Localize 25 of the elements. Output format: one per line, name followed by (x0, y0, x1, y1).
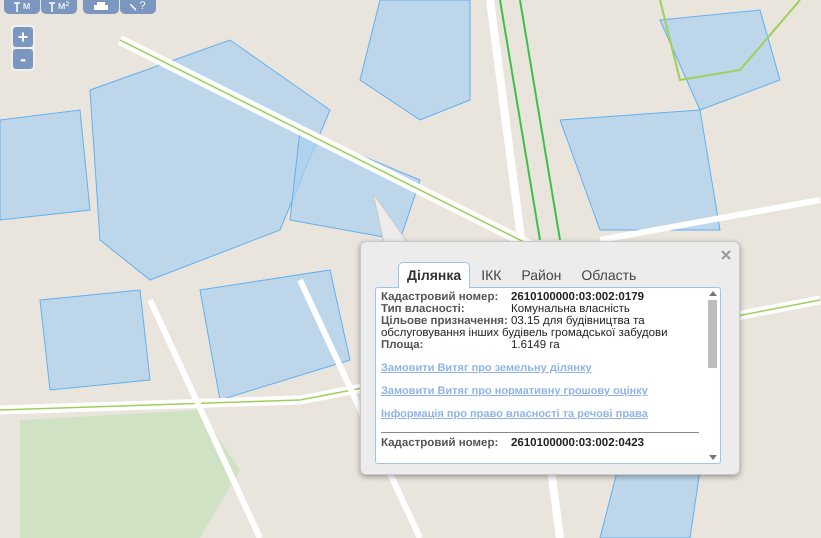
tab[interactable]: Ділянка (398, 262, 470, 288)
scrollbar-thumb[interactable] (708, 300, 717, 368)
zoom-in-button[interactable]: + (13, 27, 33, 47)
field-text: Кадастровий номер: 2610100000:03:002:0179 (381, 291, 646, 303)
link[interactable]: Замовити Витяг про земельну ділянку (381, 362, 592, 374)
tab[interactable]: Область (572, 262, 646, 288)
field-text: Кадастровий номер: 2610100000:03:002:0423 (381, 437, 646, 449)
scroll-down-icon[interactable] (708, 455, 716, 460)
ruler-icon (14, 2, 20, 12)
tab[interactable]: ІКК (472, 262, 510, 288)
help-button[interactable]: ? (120, 0, 156, 14)
ruler-icon (48, 2, 55, 12)
link[interactable]: Інформація про право власності та речові права (381, 408, 648, 420)
measure-button[interactable]: м (4, 0, 40, 14)
tab[interactable]: Район (512, 262, 570, 288)
link[interactable]: Замовити Витяг про нормативну грошову оцінку (381, 385, 648, 397)
field-text: Цільове призначення: 03.15 для будівництва та обслуговування інших будівель громадської забудови (381, 315, 669, 339)
field-text: Площа: 1.6149 га (381, 339, 561, 351)
measure-button[interactable]: м² (41, 0, 77, 14)
zoom-out-button[interactable]: - (13, 49, 33, 69)
field-text: Тип власності: Комунальна власність (381, 303, 631, 315)
close-icon[interactable] (721, 250, 731, 260)
scroll-up-icon[interactable] (708, 291, 716, 296)
print-button[interactable] (83, 0, 119, 14)
printer-icon (94, 2, 108, 12)
